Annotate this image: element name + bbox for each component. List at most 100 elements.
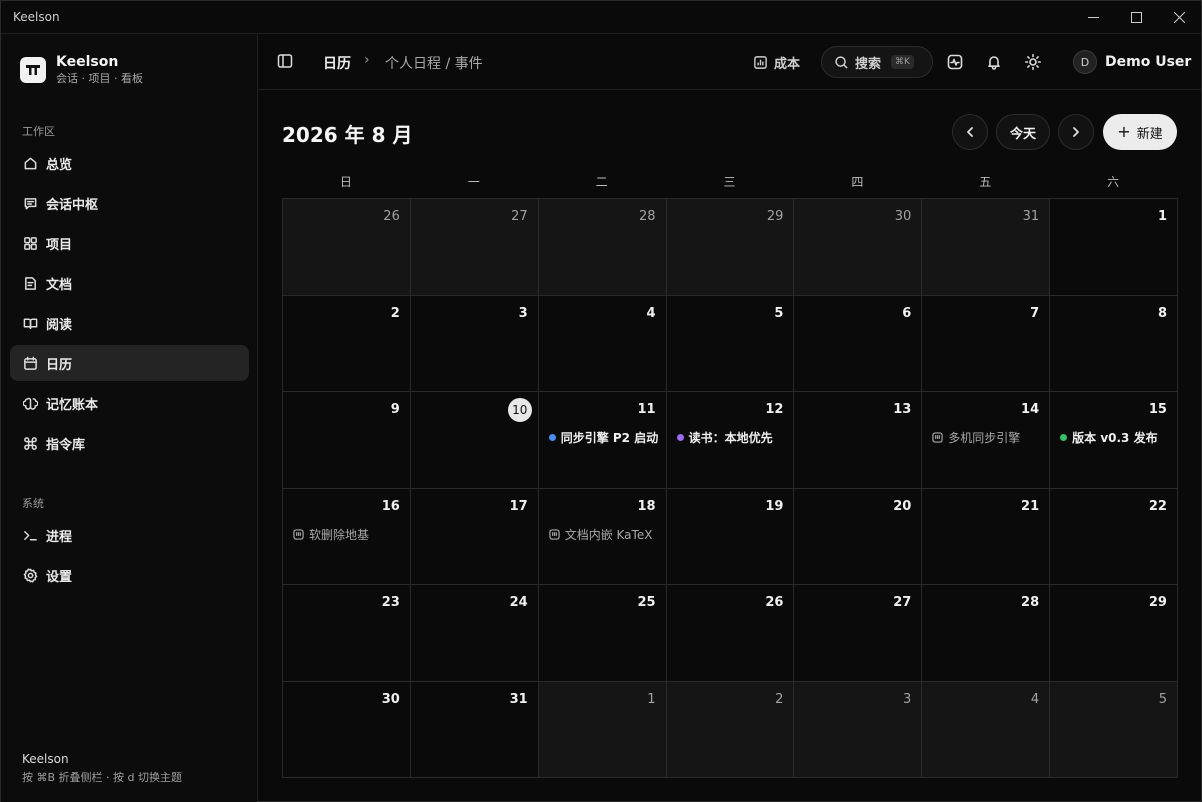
sidebar-item-projects[interactable]: 项目 <box>10 225 249 261</box>
day-cell[interactable]: 4 <box>538 295 667 392</box>
calendar-event[interactable]: 读书：本地优先 <box>676 429 773 446</box>
day-cell[interactable]: 13 <box>794 392 923 489</box>
sidebar-item-label: 设置 <box>46 569 73 585</box>
sidebar-item-conversations[interactable]: 会话中枢 <box>10 185 249 221</box>
calendar-event[interactable]: 同步引擎 P2 启动 <box>548 429 658 446</box>
notifications-button[interactable] <box>985 53 1003 71</box>
day-cell[interactable]: 31 <box>922 199 1051 296</box>
close-button[interactable] <box>1157 1 1201 34</box>
day-number: 30 <box>894 209 912 224</box>
day-cell[interactable]: 25 <box>538 585 667 682</box>
day-cell[interactable]: 23 <box>283 585 411 682</box>
weekday-label: 五 <box>979 175 992 189</box>
calendar-event[interactable]: 多机同步引擎 <box>932 429 1020 446</box>
day-cell[interactable]: 12 读书：本地优先 <box>666 392 795 489</box>
day-cell[interactable]: 26 <box>666 585 795 682</box>
day-cell[interactable]: 9 <box>283 392 411 489</box>
day-cell[interactable]: 29 <box>1050 585 1178 682</box>
day-cell[interactable]: 3 <box>410 295 539 392</box>
day-cell[interactable]: 24 <box>410 585 539 682</box>
bell-icon <box>988 56 1000 70</box>
minimize-button[interactable] <box>1071 1 1115 34</box>
cost-button[interactable]: 成本 <box>753 52 800 72</box>
day-cell[interactable]: 30 <box>794 199 923 296</box>
day-number: 7 <box>1030 305 1040 321</box>
activity-icon <box>947 54 963 70</box>
system-section-label: 系统 <box>22 497 44 510</box>
sidebar-item-overview[interactable]: 总览 <box>10 145 249 181</box>
brand[interactable]: Keelson 会话 · 项目 · 看板 <box>20 54 143 86</box>
month-title: 2026 年 8 月 <box>282 123 413 147</box>
day-cell[interactable]: 16 软删除地基 <box>283 488 411 585</box>
day-cell[interactable]: 26 <box>283 199 411 296</box>
calendar-event[interactable]: 版本 v0.3 发布 <box>1060 429 1158 446</box>
day-cell[interactable]: 4 <box>922 681 1051 778</box>
sidebar-item-label: 会话中枢 <box>46 197 99 213</box>
day-cell[interactable]: 3 <box>794 681 923 778</box>
day-cell[interactable]: 21 <box>922 488 1051 585</box>
day-cell[interactable]: 2 <box>283 295 411 392</box>
sidebar-item-label: 文档 <box>46 277 73 293</box>
day-cell[interactable]: 7 <box>922 295 1051 392</box>
day-cell[interactable]: 27 <box>410 199 539 296</box>
day-cell[interactable]: 2 <box>666 681 795 778</box>
weekday-label: 一 <box>467 175 480 189</box>
day-cell[interactable]: 27 <box>794 585 923 682</box>
day-cell[interactable]: 30 <box>283 681 411 778</box>
title-bar: Keelson <box>1 1 1201 34</box>
weekday-label: 三 <box>723 175 736 189</box>
sidebar-item-documents[interactable]: 文档 <box>10 265 249 301</box>
sidebar-item-calendar[interactable]: 日历 <box>10 345 249 381</box>
today-button[interactable]: 今天 <box>996 114 1050 150</box>
sidebar: Keelson 会话 · 项目 · 看板 工作区 总览 会话中枢 项目 文档 阅… <box>1 34 258 802</box>
activity-button[interactable] <box>946 53 964 71</box>
day-cell[interactable]: 1 <box>538 681 667 778</box>
prev-month-button[interactable] <box>952 114 988 150</box>
user-menu[interactable]: D Demo User <box>1073 50 1191 74</box>
day-cell[interactable]: 28 <box>922 585 1051 682</box>
day-cell[interactable]: 17 <box>410 488 539 585</box>
toggle-sidebar-button[interactable] <box>277 53 295 71</box>
event-color-dot <box>676 434 684 441</box>
new-event-button[interactable]: + 新建 <box>1103 114 1177 150</box>
theme-toggle-button[interactable] <box>1024 53 1042 71</box>
calendar-event[interactable]: 文档内嵌 KaTeX <box>549 526 652 543</box>
day-cell[interactable]: 5 <box>666 295 795 392</box>
day-cell[interactable]: 19 <box>666 488 795 585</box>
day-cell[interactable]: 14 多机同步引擎 <box>922 392 1051 489</box>
day-number: 12 <box>765 402 784 417</box>
sidebar-item-commands[interactable]: 指令库 <box>10 425 249 461</box>
day-cell[interactable]: 20 <box>794 488 923 585</box>
day-number: 19 <box>765 498 784 514</box>
sidebar-item-settings[interactable]: 设置 <box>10 557 249 593</box>
day-cell[interactable]: 10 <box>410 392 539 489</box>
day-cell[interactable]: 5 <box>1050 681 1178 778</box>
day-cell[interactable]: 29 <box>666 199 795 296</box>
breadcrumb-root[interactable]: 日历 <box>323 53 351 73</box>
search-button[interactable]: 搜索 ⌘K <box>821 46 933 78</box>
sidebar-item-memory[interactable]: 记忆账本 <box>10 385 249 421</box>
day-cell[interactable]: 28 <box>538 199 667 296</box>
day-cell[interactable]: 11 同步引擎 P2 启动 <box>538 392 667 489</box>
day-cell[interactable]: 15 版本 v0.3 发布 <box>1050 392 1178 489</box>
app-window: Keelson Keelson 会话 · 项目 · 看板 工作区 总览 会话中枢… <box>0 0 1202 802</box>
sidebar-item-processes[interactable]: 进程 <box>10 517 249 553</box>
search-shortcut: ⌘K <box>891 55 914 69</box>
day-number: 28 <box>639 209 656 224</box>
maximize-button[interactable] <box>1114 1 1158 34</box>
day-cell[interactable]: 1 <box>1050 199 1178 296</box>
workspace-section-label: 工作区 <box>22 125 55 138</box>
next-month-button[interactable] <box>1058 114 1094 150</box>
sidebar-item-reading[interactable]: 阅读 <box>10 305 249 341</box>
day-cell[interactable]: 8 <box>1050 295 1178 392</box>
calendar-event[interactable]: 软删除地基 <box>293 526 369 543</box>
calendar-icon <box>22 355 38 371</box>
day-cell[interactable]: 31 <box>410 681 539 778</box>
day-number: 11 <box>637 402 656 417</box>
day-number: 17 <box>509 498 528 514</box>
day-cell[interactable]: 22 <box>1050 488 1178 585</box>
day-cell[interactable]: 6 <box>794 295 923 392</box>
day-number: 9 <box>390 402 400 417</box>
day-number: 26 <box>765 595 784 610</box>
day-cell[interactable]: 18 文档内嵌 KaTeX <box>538 488 667 585</box>
